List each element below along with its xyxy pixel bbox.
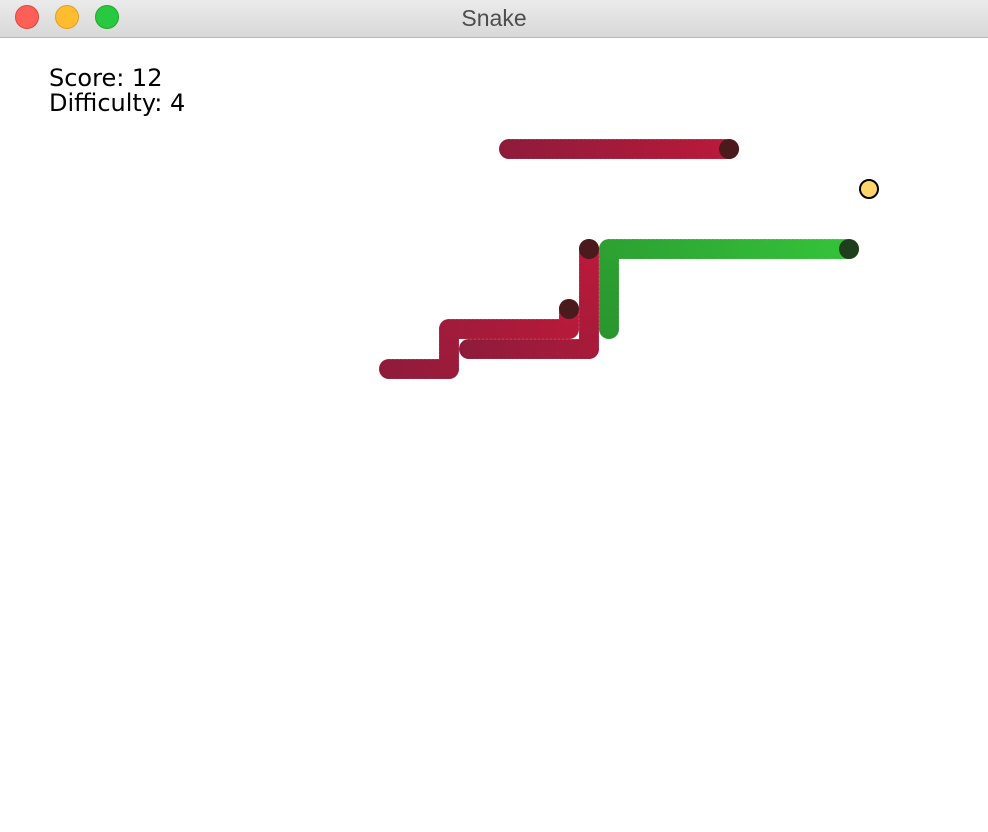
game-board[interactable] xyxy=(0,38,988,832)
red-snake-1 xyxy=(499,139,739,159)
snake-head xyxy=(579,239,599,259)
title-bar: Snake xyxy=(0,0,988,38)
food-pellet xyxy=(859,179,879,199)
green-snake xyxy=(599,239,859,339)
snake-head xyxy=(719,139,739,159)
snake-head xyxy=(839,239,859,259)
snake-head xyxy=(559,299,579,319)
window-title: Snake xyxy=(461,5,527,31)
red-snake-3 xyxy=(459,239,599,359)
game-window: Snake Score: 12 Difficulty: 4 xyxy=(0,0,988,832)
